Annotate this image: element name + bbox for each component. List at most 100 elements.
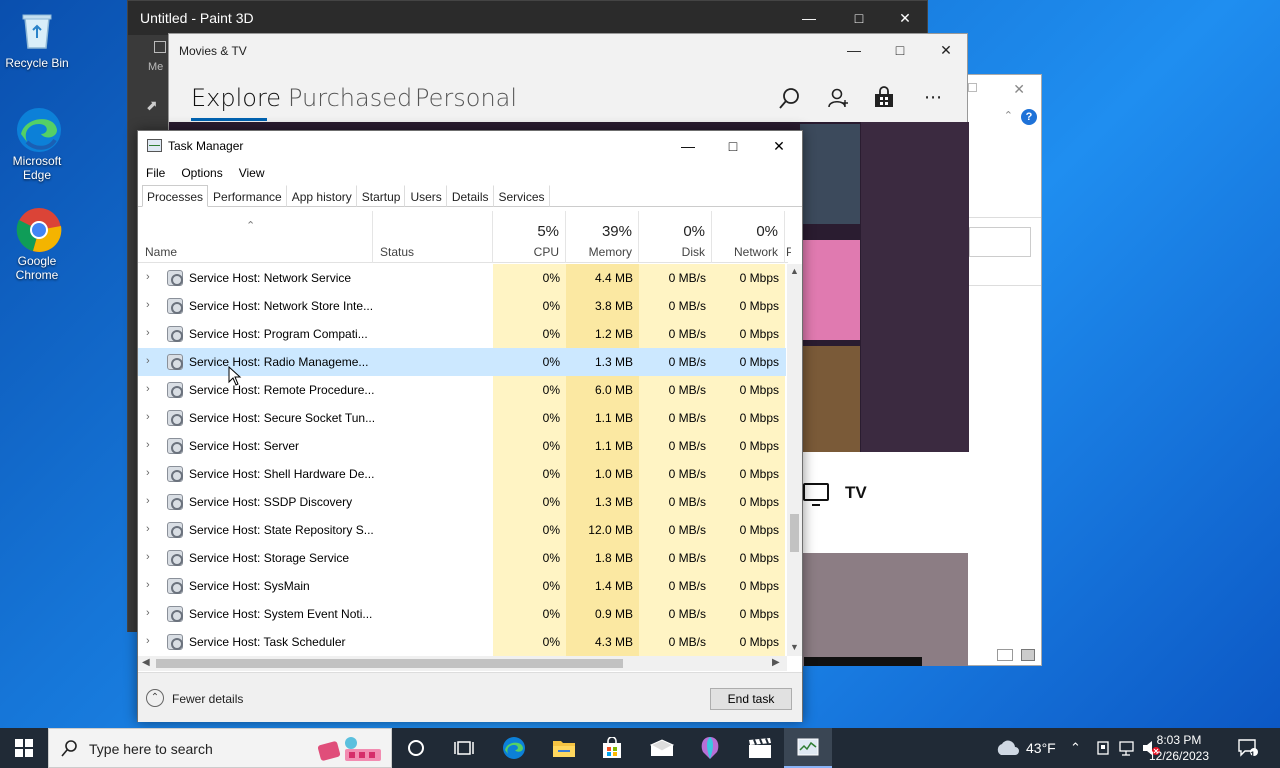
table-row[interactable]: › Service Host: Shell Hardware De... 0% 1.0…: [138, 460, 786, 488]
tab-performance[interactable]: Performance: [208, 185, 287, 207]
pointer-tool-icon[interactable]: ⬈: [146, 97, 158, 114]
tab-details[interactable]: Details: [447, 185, 494, 207]
table-row[interactable]: › Service Host: Program Compati... 0% 1.2 M…: [138, 320, 786, 348]
movies-close-button[interactable]: ✕: [923, 34, 969, 66]
tab-services[interactable]: Services: [494, 185, 550, 207]
tab-app-history[interactable]: App history: [287, 185, 357, 207]
expand-chevron-icon[interactable]: ›: [146, 327, 150, 339]
list-view-icon[interactable]: [997, 649, 1013, 661]
expand-chevron-icon[interactable]: ›: [146, 495, 150, 507]
expand-chevron-icon[interactable]: ›: [146, 271, 150, 283]
details-view-icon[interactable]: [1021, 649, 1035, 661]
taskbar-file-explorer[interactable]: [540, 728, 588, 768]
poster-tile[interactable]: [800, 240, 860, 340]
menu-view[interactable]: View: [231, 163, 273, 183]
table-row[interactable]: › Service Host: SSDP Discovery 0% 1.3 MB 0 M…: [138, 488, 786, 516]
task-view-button[interactable]: [440, 728, 488, 768]
expand-chevron-icon[interactable]: ›: [146, 523, 150, 535]
dialog-input[interactable]: [969, 227, 1031, 257]
column-header-power[interactable]: P: [785, 211, 791, 263]
table-row[interactable]: › Service Host: State Repository S... 0% 12…: [138, 516, 786, 544]
tab-purchased[interactable]: Purchased: [288, 84, 412, 112]
paint3d-menu-icon[interactable]: [154, 41, 166, 53]
search-icon[interactable]: [777, 86, 803, 112]
table-row[interactable]: › Service Host: Storage Service 0% 1.8 MB 0 …: [138, 544, 786, 572]
taskbar-mail[interactable]: [638, 728, 686, 768]
device-icon[interactable]: [1096, 728, 1110, 768]
tv-section[interactable]: [800, 452, 969, 554]
taskbar-search-box[interactable]: Type here to search: [48, 728, 392, 768]
paint3d-close-button[interactable]: ✕: [882, 1, 928, 35]
table-row[interactable]: › Service Host: Server 0% 1.1 MB 0 MB/s 0 Mbp…: [138, 432, 786, 460]
chevron-up-icon[interactable]: ⌃: [1004, 109, 1013, 122]
desktop-icon-microsoft-edge[interactable]: Microsoft Edge: [4, 106, 70, 182]
menu-options[interactable]: Options: [173, 163, 230, 183]
movies-maximize-button[interactable]: □: [877, 34, 923, 66]
menu-file[interactable]: File: [138, 163, 173, 183]
notifications-button[interactable]: 1: [1238, 728, 1258, 768]
more-options-icon[interactable]: ⋯: [920, 86, 946, 112]
column-header-name[interactable]: ⌃ Name: [138, 211, 373, 263]
scroll-left-icon[interactable]: ◀: [142, 657, 150, 668]
maximize-icon[interactable]: [968, 83, 977, 92]
expand-chevron-icon[interactable]: ›: [146, 411, 150, 423]
weather-widget[interactable]: 43°F: [994, 728, 1056, 768]
help-icon[interactable]: ?: [1021, 109, 1037, 125]
table-row[interactable]: › Service Host: Task Scheduler 0% 4.3 MB 0 M…: [138, 628, 786, 656]
paint3d-maximize-button[interactable]: □: [836, 1, 882, 35]
column-header-network[interactable]: 0% Network: [712, 211, 785, 263]
expand-chevron-icon[interactable]: ›: [146, 299, 150, 311]
search-highlight-icon[interactable]: [317, 733, 387, 765]
poster-tile[interactable]: [800, 124, 860, 224]
column-header-status[interactable]: Status: [373, 211, 493, 263]
store-bag-icon[interactable]: [871, 86, 897, 112]
close-icon[interactable]: ✕: [1013, 81, 1025, 98]
tab-processes[interactable]: Processes: [142, 185, 209, 207]
column-header-memory[interactable]: 39% Memory: [566, 211, 639, 263]
poster-tile[interactable]: [800, 346, 860, 452]
start-button[interactable]: [0, 728, 48, 768]
tab-personal[interactable]: Personal: [415, 84, 517, 112]
table-row[interactable]: › Service Host: Secure Socket Tun... 0% 1.1…: [138, 404, 786, 432]
desktop-icon-google-chrome[interactable]: Google Chrome: [4, 206, 70, 282]
taskbar-clock[interactable]: 8:03 PM 12/26/2023: [1138, 732, 1220, 764]
scroll-right-icon[interactable]: ▶: [772, 657, 780, 668]
tab-users[interactable]: Users: [405, 185, 447, 207]
horizontal-scroll-thumb[interactable]: [156, 659, 623, 668]
expand-chevron-icon[interactable]: ›: [146, 355, 150, 367]
table-row[interactable]: › Service Host: SysMain 0% 1.4 MB 0 MB/s 0 Mb…: [138, 572, 786, 600]
desktop-icon-recycle-bin[interactable]: Recycle Bin: [4, 8, 70, 70]
expand-chevron-icon[interactable]: ›: [146, 439, 150, 451]
tab-explore[interactable]: Explore: [191, 84, 281, 112]
taskbar-movies-tv[interactable]: [736, 728, 784, 768]
expand-chevron-icon[interactable]: ›: [146, 607, 150, 619]
table-row[interactable]: › Service Host: Network Store Inte... 0% 3.…: [138, 292, 786, 320]
paint3d-minimize-button[interactable]: —: [786, 1, 832, 35]
table-row[interactable]: › Service Host: Network Service 0% 4.4 MB 0 …: [138, 264, 786, 292]
taskbar-task-manager[interactable]: [784, 728, 832, 768]
taskbar-edge[interactable]: [490, 728, 538, 768]
expand-chevron-icon[interactable]: ›: [146, 635, 150, 647]
vertical-scroll-thumb[interactable]: [790, 514, 799, 552]
fewer-details-link[interactable]: Fewer details: [172, 692, 243, 706]
task-manager-window[interactable]: Task Manager — □ ✕ File Options View Pro…: [137, 130, 803, 722]
chevron-up-circle-icon[interactable]: ⌃: [146, 689, 164, 707]
column-header-disk[interactable]: 0% Disk: [639, 211, 712, 263]
account-icon[interactable]: [825, 86, 851, 112]
expand-chevron-icon[interactable]: ›: [146, 467, 150, 479]
tm-minimize-button[interactable]: —: [665, 131, 711, 161]
vertical-scrollbar[interactable]: ▲ ▼: [787, 264, 802, 656]
tm-close-button[interactable]: ✕: [756, 131, 802, 161]
expand-chevron-icon[interactable]: ›: [146, 579, 150, 591]
tab-startup[interactable]: Startup: [357, 185, 406, 207]
taskbar-store[interactable]: [588, 728, 636, 768]
horizontal-scrollbar[interactable]: ◀ ▶: [138, 656, 787, 671]
expand-chevron-icon[interactable]: ›: [146, 551, 150, 563]
network-icon[interactable]: [1118, 728, 1136, 768]
movies-minimize-button[interactable]: —: [831, 34, 877, 66]
tm-maximize-button[interactable]: □: [710, 131, 756, 161]
table-row[interactable]: › Service Host: System Event Noti... 0% 0.9…: [138, 600, 786, 628]
scroll-up-icon[interactable]: ▲: [790, 266, 799, 276]
column-header-cpu[interactable]: 5% CPU: [493, 211, 566, 263]
expand-chevron-icon[interactable]: ›: [146, 383, 150, 395]
